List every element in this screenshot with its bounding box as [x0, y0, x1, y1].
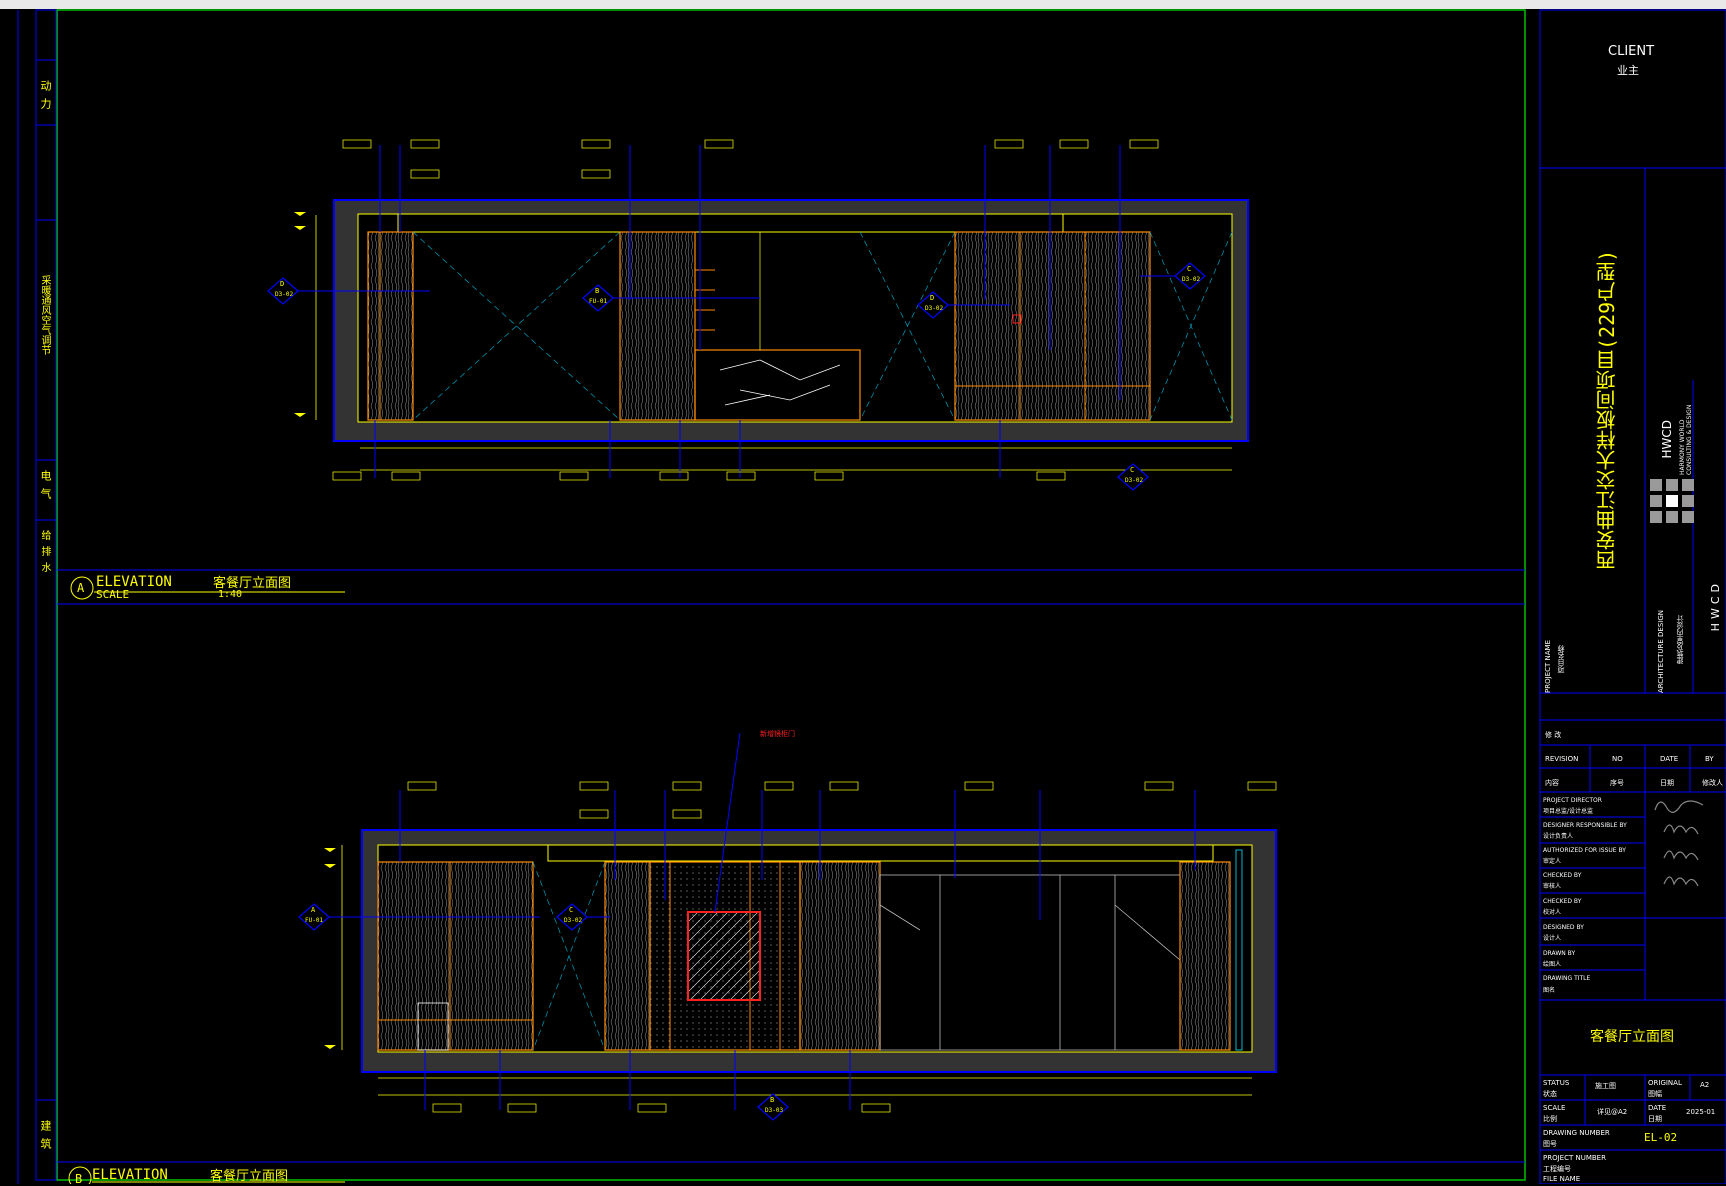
original-value: A2: [1700, 1081, 1710, 1089]
scale-label-cn: 比例: [1543, 1115, 1557, 1123]
callout-b-1-code: A: [311, 906, 316, 914]
date2-label-cn: 日期: [1648, 1115, 1662, 1123]
drawn-cn: 绘图人: [1543, 961, 1562, 968]
callout-a-3-ref: D3-02: [925, 305, 944, 312]
callout-b-1-ref: FU-01: [305, 917, 324, 924]
drawing-number: EL-02: [1644, 1131, 1678, 1144]
wood-panel-mid: [619, 231, 696, 421]
checked-cn: 审核人: [1543, 883, 1562, 890]
elevation-b-title-cn: 客餐厅立面图: [210, 1169, 289, 1184]
project-name-label: PROJECT NAME: [1544, 640, 1552, 693]
authorized: AUTHORIZED FOR ISSUE BY: [1543, 847, 1626, 854]
checked: CHECKED BY: [1543, 872, 1582, 879]
elevation-a-letter: A: [77, 581, 85, 595]
strip-label-electric: 电 气: [39, 470, 52, 499]
callout-a-2-code: B: [595, 287, 600, 295]
date2-label: DATE: [1648, 1104, 1667, 1112]
elevation-a-scale: 1:40: [218, 589, 243, 600]
elevation-a: [267, 139, 1249, 491]
strip-label-arch: 建 筑: [39, 1120, 52, 1149]
status-label: STATUS: [1543, 1079, 1570, 1087]
callout-a-2-ref: FU-01: [589, 298, 608, 305]
mirror-cabinet: [687, 911, 761, 1001]
scale-value: 详见@A2: [1597, 1108, 1628, 1116]
wood-panel-right: [954, 231, 1151, 421]
callout-b-2-code: C: [569, 906, 574, 914]
top-bar: [0, 0, 1726, 9]
callout-a-1-code: D: [280, 280, 285, 288]
elevation-b: [298, 732, 1277, 1121]
strip-label-plumbing: 给 排 水: [39, 530, 50, 573]
callout-b-3-code: B: [770, 1096, 775, 1104]
drawing-title: 客餐厅立面图: [1590, 1029, 1674, 1045]
arch-design-label: ARCHITECTURE DESIGN: [1657, 610, 1665, 693]
date-value: 2025-01: [1686, 1108, 1716, 1116]
by-cn: 修改人: [1702, 779, 1723, 787]
callout-a-4-code: C: [1187, 265, 1192, 273]
callout-b-3-ref: D3-03: [765, 1107, 784, 1114]
company-short: HWCD: [1660, 420, 1674, 459]
project-number-label: PROJECT NUMBER: [1543, 1154, 1606, 1162]
left-discipline-strip: [17, 9, 57, 1184]
callout-a-5-code: C: [1130, 466, 1135, 474]
signatures: [1654, 800, 1704, 887]
callout-a-3-code: D: [930, 294, 935, 302]
callout-b-2-ref: D3-02: [564, 917, 583, 924]
client-label: CLIENT: [1608, 44, 1655, 59]
authorized-cn: 审定人: [1543, 858, 1562, 865]
company-full: HARMONY WORLD CONSULTING & DESIGN: [1679, 404, 1693, 475]
designer-resp: DESIGNER RESPONSIBLE BY: [1543, 822, 1627, 829]
date-label: DATE: [1660, 755, 1679, 763]
rev-title: 修 改: [1545, 731, 1562, 739]
status-label-cn: 状态: [1543, 1090, 1557, 1098]
project-name: 西安曲江交大样板间项目(229户型): [1595, 249, 1619, 570]
client-label-cn: 业主: [1617, 64, 1639, 77]
callout-a-1-ref: D3-02: [275, 291, 294, 298]
hwcd-logo-icon: [1650, 479, 1694, 523]
company-vertical: HWCD: [1709, 580, 1722, 632]
by-label: BY: [1705, 755, 1714, 763]
wood-panel-b-left: [377, 861, 534, 1051]
project-name-label-cn: 项目名称: [1557, 645, 1565, 673]
drawing-number-label-cn: 图号: [1543, 1140, 1557, 1148]
strip-label-power: 动 力: [39, 80, 52, 109]
arch-design-label-cn: 建筑及室内设计: [1676, 615, 1684, 664]
original-label: ORIGINAL: [1648, 1079, 1682, 1087]
revision-label: REVISION: [1545, 755, 1579, 763]
date-cn: 日期: [1660, 779, 1674, 787]
original-label-cn: 图幅: [1648, 1090, 1662, 1098]
checked2: CHECKED BY: [1543, 898, 1582, 905]
designed: DESIGNED BY: [1543, 924, 1584, 931]
seq-label: 序号: [1610, 779, 1624, 787]
drawn: DRAWN BY: [1543, 950, 1576, 957]
drawing-number-label: DRAWING NUMBER: [1543, 1129, 1610, 1137]
elevation-a-scale-label: SCALE: [96, 588, 130, 601]
project-number-label-cn: 工程编号: [1543, 1165, 1571, 1173]
title-block-frame: [1539, 9, 1726, 1184]
designed-cn: 设计人: [1543, 935, 1562, 942]
scale-label: SCALE: [1543, 1104, 1566, 1112]
elevation-b-title: ELEVATION: [92, 1167, 168, 1183]
strip-label-hvac: 采暖通风空气调节: [39, 275, 50, 355]
red-note: 新增镜柜门: [760, 730, 795, 738]
status-value: 施工图: [1595, 1082, 1616, 1090]
no-label: NO: [1612, 755, 1623, 763]
designer-resp-cn: 设计负责人: [1543, 833, 1574, 840]
drawing-title-label: DRAWING TITLE: [1543, 975, 1591, 982]
callout-a-5-ref: D3-02: [1125, 477, 1144, 484]
project-director-cn: 项目总监/设计总监: [1543, 808, 1594, 815]
cad-drawing-sheet: [0, 0, 1726, 1184]
content-label: 内容: [1545, 779, 1559, 787]
wood-panel-left: [367, 231, 414, 421]
drawing-title-label-cn: 图名: [1543, 987, 1556, 994]
file-name-label: FILE NAME: [1543, 1175, 1581, 1183]
checked2-cn: 校对人: [1543, 909, 1562, 916]
callout-a-4-ref: D3-02: [1182, 276, 1201, 283]
project-director: PROJECT DIRECTOR: [1543, 797, 1602, 804]
